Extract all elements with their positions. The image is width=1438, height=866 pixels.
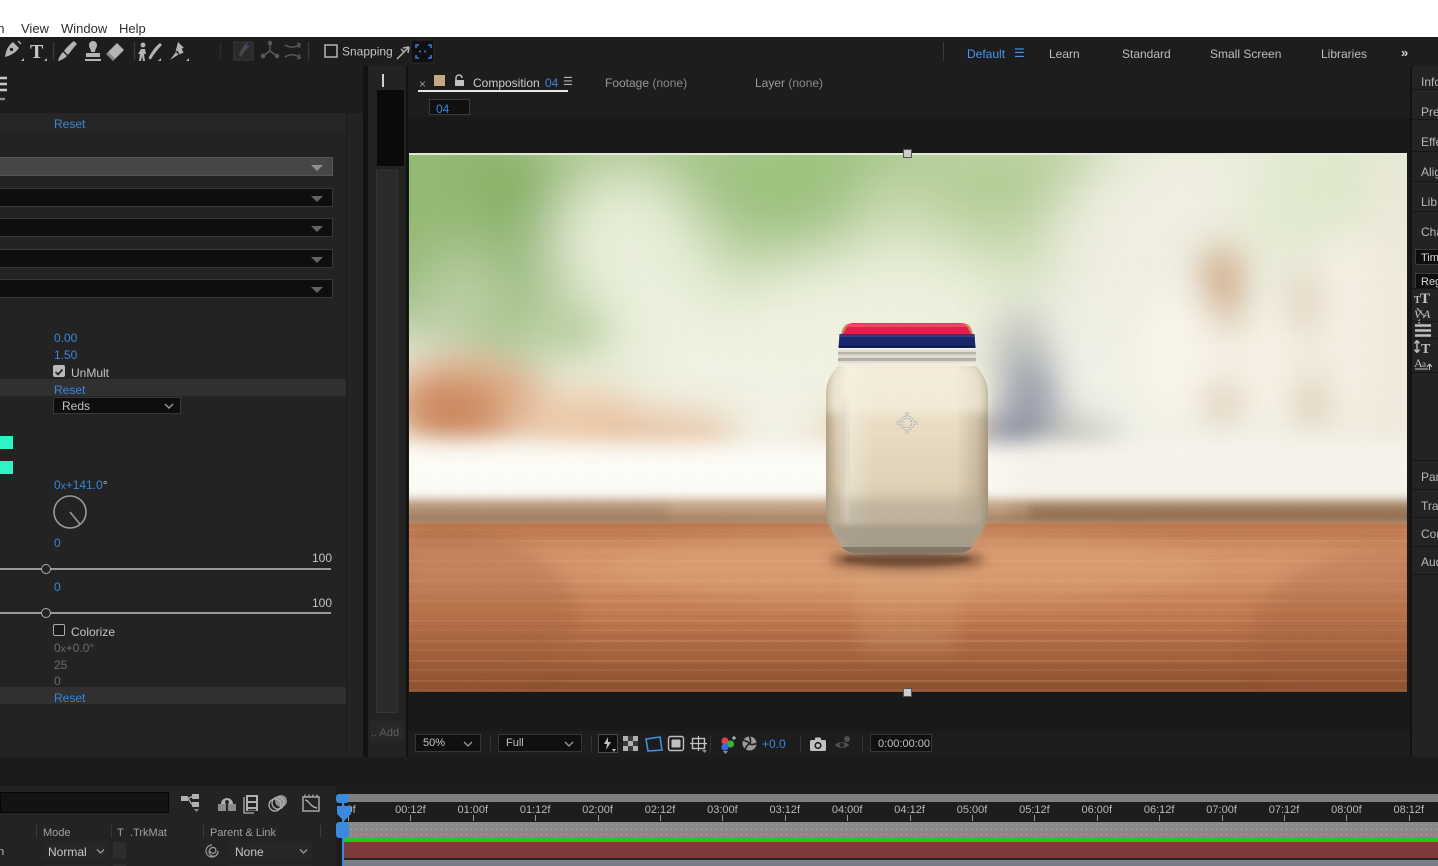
svg-text:A: A (1422, 307, 1431, 321)
svg-text:T: T (1421, 342, 1431, 357)
svg-text:T: T (1420, 291, 1430, 307)
svg-text:Snapping: Snapping (342, 45, 393, 59)
svg-text:+0.0: +0.0 (762, 737, 786, 751)
svg-text:a: a (1422, 359, 1426, 369)
svg-text:T: T (30, 41, 44, 63)
